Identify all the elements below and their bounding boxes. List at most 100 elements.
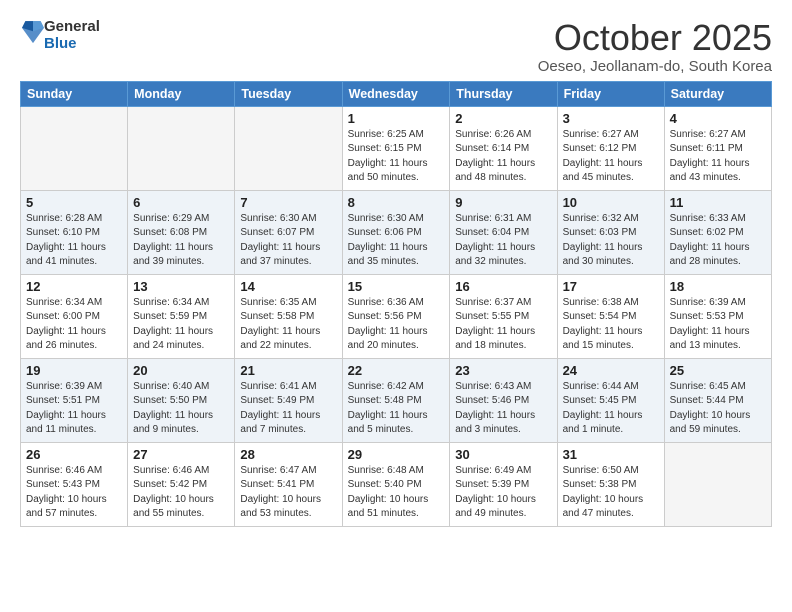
- day-number: 25: [670, 363, 766, 378]
- day-number: 26: [26, 447, 122, 462]
- day-number: 1: [348, 111, 445, 126]
- calendar-cell: 31 Sunrise: 6:50 AMSunset: 5:38 PMDayligh…: [557, 442, 664, 526]
- day-number: 19: [26, 363, 122, 378]
- calendar-cell: [128, 106, 235, 190]
- day-number: 17: [563, 279, 659, 294]
- day-number: 9: [455, 195, 551, 210]
- header-monday: Monday: [128, 81, 235, 106]
- day-number: 20: [133, 363, 229, 378]
- calendar-cell: 15 Sunrise: 6:36 AMSunset: 5:56 PMDayligh…: [342, 274, 450, 358]
- calendar-cell: 8 Sunrise: 6:30 AMSunset: 6:06 PMDaylight…: [342, 190, 450, 274]
- calendar-cell: [235, 106, 342, 190]
- day-number: 13: [133, 279, 229, 294]
- cell-details: Sunrise: 6:35 AMSunset: 5:58 PMDaylight:…: [240, 296, 336, 354]
- calendar-cell: 4Sunrise: 6:27 AMSunset: 6:11 PMDaylight…: [664, 106, 771, 190]
- calendar-week-row: 1 Sunrise: 6:25 AMSunset: 6:15 PMDaylight…: [21, 106, 772, 190]
- cell-details: Sunrise: 6:28 AMSunset: 6:10 PMDaylight:…: [26, 212, 122, 270]
- cell-details: Sunrise: 6:37 AMSunset: 5:55 PMDaylight:…: [455, 296, 551, 354]
- day-number: 24: [563, 363, 659, 378]
- cell-details: Sunrise: 6:47 AMSunset: 5:41 PMDaylight:…: [240, 464, 336, 522]
- calendar-cell: 16 Sunrise: 6:37 AMSunset: 5:55 PMDayligh…: [450, 274, 557, 358]
- cell-details: Sunrise: 6:46 AMSunset: 5:43 PMDaylight:…: [26, 464, 122, 522]
- month-title: October 2025: [538, 18, 772, 58]
- cell-details: Sunrise: 6:34 AMSunset: 5:59 PMDaylight:…: [133, 296, 229, 354]
- logo-text: General Blue: [44, 18, 100, 53]
- calendar-cell: [21, 106, 128, 190]
- calendar-week-row: 19 Sunrise: 6:39 AMSunset: 5:51 PMDayligh…: [21, 358, 772, 442]
- day-number: 30: [455, 447, 551, 462]
- calendar-cell: 11 Sunrise: 6:33 AMSunset: 6:02 PMDayligh…: [664, 190, 771, 274]
- calendar-cell: 21 Sunrise: 6:41 AMSunset: 5:49 PMDayligh…: [235, 358, 342, 442]
- calendar-cell: 7Sunrise: 6:30 AMSunset: 6:07 PMDaylight…: [235, 190, 342, 274]
- calendar-cell: 30 Sunrise: 6:49 AMSunset: 5:39 PMDayligh…: [450, 442, 557, 526]
- day-number: 14: [240, 279, 336, 294]
- calendar-cell: 26 Sunrise: 6:46 AMSunset: 5:43 PMDayligh…: [21, 442, 128, 526]
- cell-details: Sunrise: 6:41 AMSunset: 5:49 PMDaylight:…: [240, 380, 336, 438]
- header-saturday: Saturday: [664, 81, 771, 106]
- calendar-cell: 22 Sunrise: 6:42 AMSunset: 5:48 PMDayligh…: [342, 358, 450, 442]
- cell-details: Sunrise: 6:44 AMSunset: 5:45 PMDaylight:…: [563, 380, 659, 438]
- header-sunday: Sunday: [21, 81, 128, 106]
- calendar-cell: [664, 442, 771, 526]
- cell-details: Sunrise: 6:39 AMSunset: 5:51 PMDaylight:…: [26, 380, 122, 438]
- cell-details: Sunrise: 6:38 AMSunset: 5:54 PMDaylight:…: [563, 296, 659, 354]
- day-number: 18: [670, 279, 766, 294]
- day-number: 29: [348, 447, 445, 462]
- calendar-cell: 5 Sunrise: 6:28 AMSunset: 6:10 PMDaylight…: [21, 190, 128, 274]
- cell-details: Sunrise: 6:30 AMSunset: 6:06 PMDaylight:…: [348, 212, 445, 270]
- cell-details: Sunrise: 6:27 AMSunset: 6:12 PMDaylight:…: [563, 128, 659, 186]
- day-number: 11: [670, 195, 766, 210]
- cell-details: Sunrise: 6:43 AMSunset: 5:46 PMDaylight:…: [455, 380, 551, 438]
- title-area: October 2025 Oeseo, Jeollanam-do, South …: [538, 18, 772, 75]
- calendar-cell: 19 Sunrise: 6:39 AMSunset: 5:51 PMDayligh…: [21, 358, 128, 442]
- cell-details: Sunrise: 6:45 AMSunset: 5:44 PMDaylight:…: [670, 380, 766, 438]
- calendar-cell: 2 Sunrise: 6:26 AMSunset: 6:14 PMDaylight…: [450, 106, 557, 190]
- day-number: 16: [455, 279, 551, 294]
- cell-details: Sunrise: 6:31 AMSunset: 6:04 PMDaylight:…: [455, 212, 551, 270]
- cell-details: Sunrise: 6:42 AMSunset: 5:48 PMDaylight:…: [348, 380, 445, 438]
- calendar-cell: 9 Sunrise: 6:31 AMSunset: 6:04 PMDaylight…: [450, 190, 557, 274]
- calendar-cell: 25 Sunrise: 6:45 AMSunset: 5:44 PMDayligh…: [664, 358, 771, 442]
- calendar-cell: 14 Sunrise: 6:35 AMSunset: 5:58 PMDayligh…: [235, 274, 342, 358]
- cell-details: Sunrise: 6:36 AMSunset: 5:56 PMDaylight:…: [348, 296, 445, 354]
- header-thursday: Thursday: [450, 81, 557, 106]
- cell-details: Sunrise: 6:50 AMSunset: 5:38 PMDaylight:…: [563, 464, 659, 522]
- day-number: 4: [670, 111, 766, 126]
- day-number: 28: [240, 447, 336, 462]
- header-wednesday: Wednesday: [342, 81, 450, 106]
- calendar-cell: 12 Sunrise: 6:34 AMSunset: 6:00 PMDayligh…: [21, 274, 128, 358]
- calendar-cell: 17 Sunrise: 6:38 AMSunset: 5:54 PMDayligh…: [557, 274, 664, 358]
- calendar-cell: 27 Sunrise: 6:46 AMSunset: 5:42 PMDayligh…: [128, 442, 235, 526]
- cell-details: Sunrise: 6:33 AMSunset: 6:02 PMDaylight:…: [670, 212, 766, 270]
- day-number: 27: [133, 447, 229, 462]
- day-number: 5: [26, 195, 122, 210]
- day-number: 15: [348, 279, 445, 294]
- day-number: 21: [240, 363, 336, 378]
- day-number: 10: [563, 195, 659, 210]
- calendar-cell: 23 Sunrise: 6:43 AMSunset: 5:46 PMDayligh…: [450, 358, 557, 442]
- cell-details: Sunrise: 6:49 AMSunset: 5:39 PMDaylight:…: [455, 464, 551, 522]
- calendar-cell: 1 Sunrise: 6:25 AMSunset: 6:15 PMDaylight…: [342, 106, 450, 190]
- day-number: 31: [563, 447, 659, 462]
- calendar-header-row: SundayMondayTuesdayWednesdayThursdayFrid…: [21, 81, 772, 106]
- day-number: 22: [348, 363, 445, 378]
- day-number: 8: [348, 195, 445, 210]
- cell-details: Sunrise: 6:34 AMSunset: 6:00 PMDaylight:…: [26, 296, 122, 354]
- calendar-cell: 3Sunrise: 6:27 AMSunset: 6:12 PMDaylight…: [557, 106, 664, 190]
- calendar-cell: 18Sunrise: 6:39 AMSunset: 5:53 PMDayligh…: [664, 274, 771, 358]
- day-number: 23: [455, 363, 551, 378]
- calendar-week-row: 12 Sunrise: 6:34 AMSunset: 6:00 PMDayligh…: [21, 274, 772, 358]
- cell-details: Sunrise: 6:48 AMSunset: 5:40 PMDaylight:…: [348, 464, 445, 522]
- day-number: 2: [455, 111, 551, 126]
- calendar-cell: 6Sunrise: 6:29 AMSunset: 6:08 PMDaylight…: [128, 190, 235, 274]
- day-number: 12: [26, 279, 122, 294]
- calendar-cell: 24 Sunrise: 6:44 AMSunset: 5:45 PMDayligh…: [557, 358, 664, 442]
- header-friday: Friday: [557, 81, 664, 106]
- day-number: 7: [240, 195, 336, 210]
- cell-details: Sunrise: 6:46 AMSunset: 5:42 PMDaylight:…: [133, 464, 229, 522]
- cell-details: Sunrise: 6:25 AMSunset: 6:15 PMDaylight:…: [348, 128, 445, 186]
- cell-details: Sunrise: 6:26 AMSunset: 6:14 PMDaylight:…: [455, 128, 551, 186]
- cell-details: Sunrise: 6:29 AMSunset: 6:08 PMDaylight:…: [133, 212, 229, 270]
- calendar-cell: 10Sunrise: 6:32 AMSunset: 6:03 PMDayligh…: [557, 190, 664, 274]
- calendar-table: SundayMondayTuesdayWednesdayThursdayFrid…: [20, 81, 772, 527]
